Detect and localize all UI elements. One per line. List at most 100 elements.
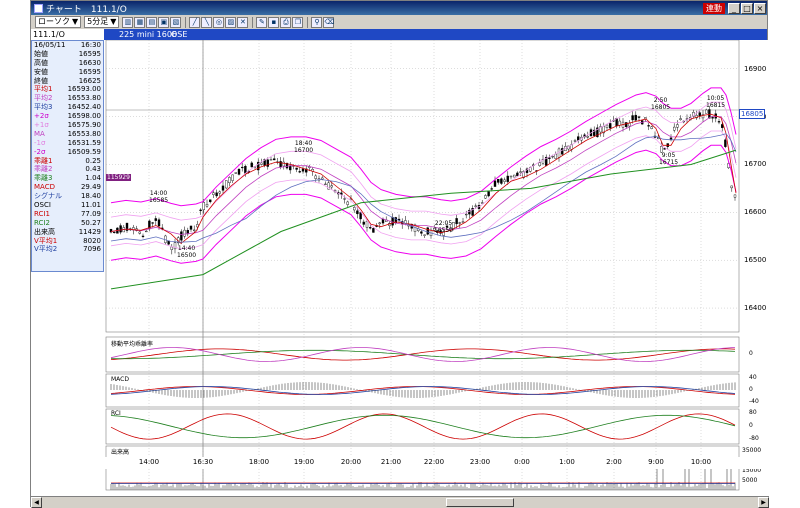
panel-border	[105, 408, 740, 445]
info-label: 平均3	[34, 103, 53, 112]
minimize-icon[interactable]: _	[728, 2, 740, 14]
zoom-icon[interactable]: ◎	[213, 16, 225, 28]
table-icon[interactable]: ▤	[146, 16, 158, 28]
info-value: 16625	[78, 76, 101, 85]
erase-icon[interactable]: ⌫	[323, 16, 335, 28]
price-annotation: 10:05 16815	[706, 95, 725, 109]
indicator-icon[interactable]: ▧	[170, 16, 182, 28]
candle-body	[119, 225, 122, 233]
chart-area[interactable]: 16/05/11 16:30 始値 16595 高値 16630 安値 16595 終値 1662…	[31, 40, 769, 496]
contract-name: 225 mini 1606	[119, 30, 178, 39]
candle-body	[237, 168, 241, 175]
symbol-label[interactable]: 111.1/O	[31, 29, 104, 40]
ma-medium-line	[110, 133, 737, 243]
info-row: +1σ 16575.90	[32, 121, 103, 130]
info-row: -2σ 16509.59	[32, 148, 103, 157]
candle-body	[663, 148, 666, 150]
price-annotation: 14:00 16585	[149, 190, 168, 204]
layout-icon[interactable]: ▣	[158, 16, 170, 28]
save-icon[interactable]: ▪	[268, 16, 280, 28]
info-row: 高値 16630	[32, 59, 103, 68]
time-tick: 10:00	[690, 458, 712, 466]
close-icon[interactable]: ×	[754, 2, 766, 14]
macd-tick: 0	[749, 386, 753, 393]
maximize-icon[interactable]: □	[741, 2, 753, 14]
link-button[interactable]: 連動	[703, 2, 725, 14]
info-row: +2σ 16598.00	[32, 112, 103, 121]
info-row: 乖離3 1.04	[32, 174, 103, 183]
info-label: MACD	[34, 183, 55, 192]
candle-body	[465, 213, 468, 216]
deviation-line-1	[110, 348, 736, 361]
scroll-left-icon[interactable]: ◀	[31, 497, 42, 508]
candle-body	[218, 191, 222, 194]
candle-body	[244, 165, 247, 174]
horizontal-scrollbar[interactable]: ◀ ▶	[31, 496, 769, 508]
candle-body	[144, 230, 148, 233]
candle-body	[224, 180, 228, 189]
candle-body	[240, 166, 244, 169]
candle-body	[557, 148, 561, 158]
annotation-price: 16715	[659, 159, 679, 166]
candle-body	[365, 220, 369, 228]
chevron-down-icon: ▼	[110, 17, 117, 26]
time-tick: 22:00	[423, 458, 445, 466]
copy-icon[interactable]: ❐	[292, 16, 304, 28]
candle-body	[474, 205, 477, 207]
candle-body	[234, 172, 238, 174]
scroll-right-icon[interactable]: ▶	[758, 497, 769, 508]
info-row: 平均1 16593.00	[32, 85, 103, 94]
candle-body	[724, 139, 727, 147]
crosshair-icon[interactable]: ✕	[237, 16, 249, 28]
info-label: -2σ	[34, 147, 46, 156]
candle-body	[577, 136, 580, 141]
ma-mid-line	[110, 116, 737, 235]
candle-body	[112, 231, 116, 234]
info-panel: 16/05/11 16:30 始値 16595 高値 16630 安値 16595 終値 1662…	[31, 40, 104, 272]
rci-tick: 80	[749, 409, 757, 416]
interval-select[interactable]: 5分足 ▼	[84, 16, 120, 28]
print-icon[interactable]: ⎙	[280, 16, 292, 28]
candle-body	[484, 195, 487, 199]
info-label: 平均2	[34, 94, 53, 103]
toolbar: ローソク ▼ 5分足 ▼ ▥ ▦ ▤ ▣ ▧ ╱ ╲ ◎ ▨ ✕ ✎ ▪ ⎙ ❐ ⚲…	[31, 15, 767, 29]
annotation-time: 14:00	[149, 190, 168, 197]
scroll-thumb[interactable]	[446, 498, 514, 507]
candle-body	[205, 203, 209, 207]
candle-body	[554, 153, 557, 159]
candle-body	[458, 222, 461, 224]
info-row: RCI2 50.27	[32, 219, 103, 228]
chevron-down-icon: ▼	[72, 17, 79, 26]
bollinger-lower-1	[110, 130, 737, 250]
search-icon[interactable]: ⚲	[311, 16, 323, 28]
info-label: RCI1	[34, 209, 50, 218]
candle-body	[372, 228, 375, 233]
info-value: 16:30	[80, 41, 101, 49]
area-icon[interactable]: ▨	[225, 16, 237, 28]
candle-body	[228, 177, 231, 184]
info-row: 出来高 11429	[32, 228, 103, 237]
info-label: 始値	[34, 49, 48, 58]
info-value: 0.43	[85, 165, 101, 174]
trend-icon[interactable]: ╲	[201, 16, 213, 28]
info-label: 平均1	[34, 85, 53, 94]
chart-type-select[interactable]: ローソク ▼	[35, 16, 82, 28]
info-row: OSCI 11.01	[32, 201, 103, 210]
candle-body	[301, 168, 305, 172]
candle-body	[637, 116, 641, 118]
candle-chart-icon[interactable]: ▥	[122, 16, 134, 28]
info-value: 16452.40	[67, 103, 101, 112]
bollinger-upper-2	[110, 87, 737, 207]
candle-body	[631, 115, 634, 121]
line-chart-icon[interactable]: ╱	[189, 16, 201, 28]
current-price-label: 16805	[739, 109, 766, 120]
info-row: 平均2 16553.80	[32, 94, 103, 103]
candle-body	[669, 137, 673, 140]
info-label: +2σ	[34, 112, 49, 121]
candle-body	[490, 188, 493, 190]
candle-body	[167, 240, 170, 245]
annotation-price: 16700	[294, 147, 314, 154]
grid-icon[interactable]: ▦	[134, 16, 146, 28]
candle-body	[650, 126, 653, 129]
pen-icon[interactable]: ✎	[256, 16, 268, 28]
